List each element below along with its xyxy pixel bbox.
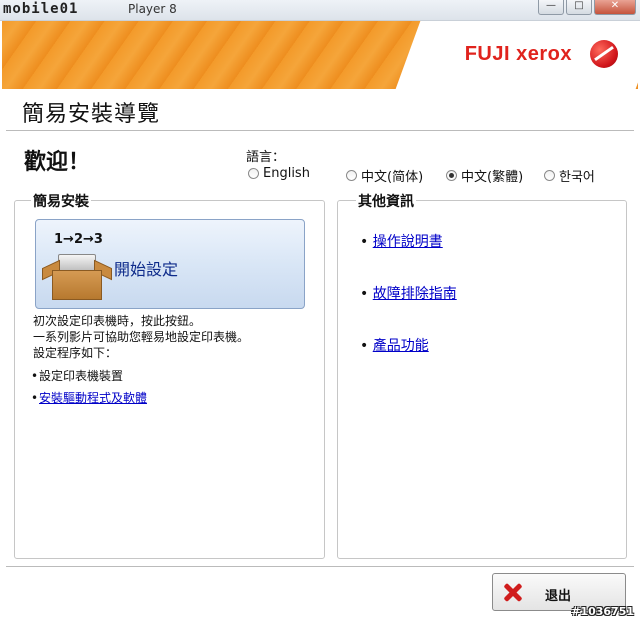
desc-line: 設定程序如下： (33, 346, 118, 360)
setup-step-item: •設定印表機裝置 (31, 367, 123, 384)
desc-line: 一系列影片可協助您輕易地設定印表機。 (33, 330, 250, 344)
lang-option-traditional-chinese[interactable]: 中文(繁體) (446, 166, 523, 185)
maximize-button[interactable]: □ (566, 0, 592, 15)
bullet-icon: • (360, 338, 369, 354)
brand-fuji-text: FUJI (464, 43, 511, 65)
window-controls: — □ ✕ (538, 0, 636, 15)
user-guide-link[interactable]: 操作說明書 (373, 234, 443, 250)
setup-step-label: 設定印表機裝置 (39, 369, 124, 383)
header-banner: FUJI xerox (2, 21, 638, 89)
start-setup-label: 開始設定 (114, 260, 179, 279)
setup-step-item: •安裝驅動程式及軟體 (31, 389, 147, 406)
printer-box-icon (42, 254, 112, 300)
lang-option-simplified-chinese[interactable]: 中文(简体) (346, 166, 423, 185)
lang-option-english[interactable]: English (248, 166, 310, 181)
radio-icon[interactable] (346, 170, 357, 181)
brand-xerox-text: xerox (516, 43, 572, 65)
page-title: 簡易安裝導覽 (22, 102, 161, 127)
language-label: 語言： (246, 150, 286, 165)
carton-part (52, 270, 102, 300)
info-link-item: • 產品功能 (360, 335, 429, 355)
easy-install-title: 簡易安裝 (31, 191, 91, 211)
info-link-item: • 操作說明書 (360, 231, 443, 251)
fuji-xerox-logo: FUJI xerox (465, 43, 572, 66)
close-x-icon (503, 582, 523, 602)
lang-option-label: English (263, 166, 310, 181)
watermark: #1036751 (571, 605, 634, 618)
title-bar: mobile01 Player 8 — □ ✕ (0, 0, 640, 21)
other-info-title: 其他資訊 (356, 191, 416, 211)
bullet-icon: • (31, 391, 39, 405)
xerox-sphere-icon (590, 40, 618, 68)
easy-install-group: 簡易安裝 1→2→3 開始設定 初次設定印表機時，按此按鈕。 一系列影片可協助您… (14, 191, 325, 559)
bullet-icon: • (360, 234, 369, 250)
radio-icon[interactable] (248, 168, 259, 179)
close-button[interactable]: ✕ (594, 0, 636, 15)
exit-label: 退出 (545, 589, 572, 604)
lang-option-korean[interactable]: 한국어 (544, 166, 595, 185)
other-info-group: 其他資訊 • 操作說明書 • 故障排除指南 • 產品功能 (337, 191, 627, 559)
window-title: Player 8 (128, 2, 177, 16)
divider (6, 130, 634, 131)
bullet-icon: • (360, 286, 369, 302)
start-setup-button[interactable]: 1→2→3 開始設定 (35, 219, 305, 309)
troubleshooting-link[interactable]: 故障排除指南 (373, 286, 457, 302)
lang-option-label: 中文(简体) (361, 170, 424, 185)
product-features-link[interactable]: 產品功能 (373, 338, 429, 354)
app-logo: mobile01 (3, 1, 79, 17)
lang-option-label: 한국어 (559, 170, 595, 185)
desc-line: 初次設定印表機時，按此按鈕。 (33, 314, 202, 328)
welcome-heading: 歡迎！ (24, 150, 91, 175)
radio-selected-icon[interactable] (446, 170, 457, 181)
footer-divider (6, 566, 634, 567)
radio-icon[interactable] (544, 170, 555, 181)
lang-option-label: 中文(繁體) (461, 170, 524, 185)
minimize-button[interactable]: — (538, 0, 564, 15)
install-driver-link[interactable]: 安裝驅動程式及軟體 (39, 391, 147, 405)
info-link-item: • 故障排除指南 (360, 283, 457, 303)
setup-description: 初次設定印表機時，按此按鈕。 一系列影片可協助您輕易地設定印表機。 設定程序如下… (33, 313, 249, 361)
bullet-icon: • (31, 369, 39, 383)
steps-indicator: 1→2→3 (54, 232, 103, 247)
